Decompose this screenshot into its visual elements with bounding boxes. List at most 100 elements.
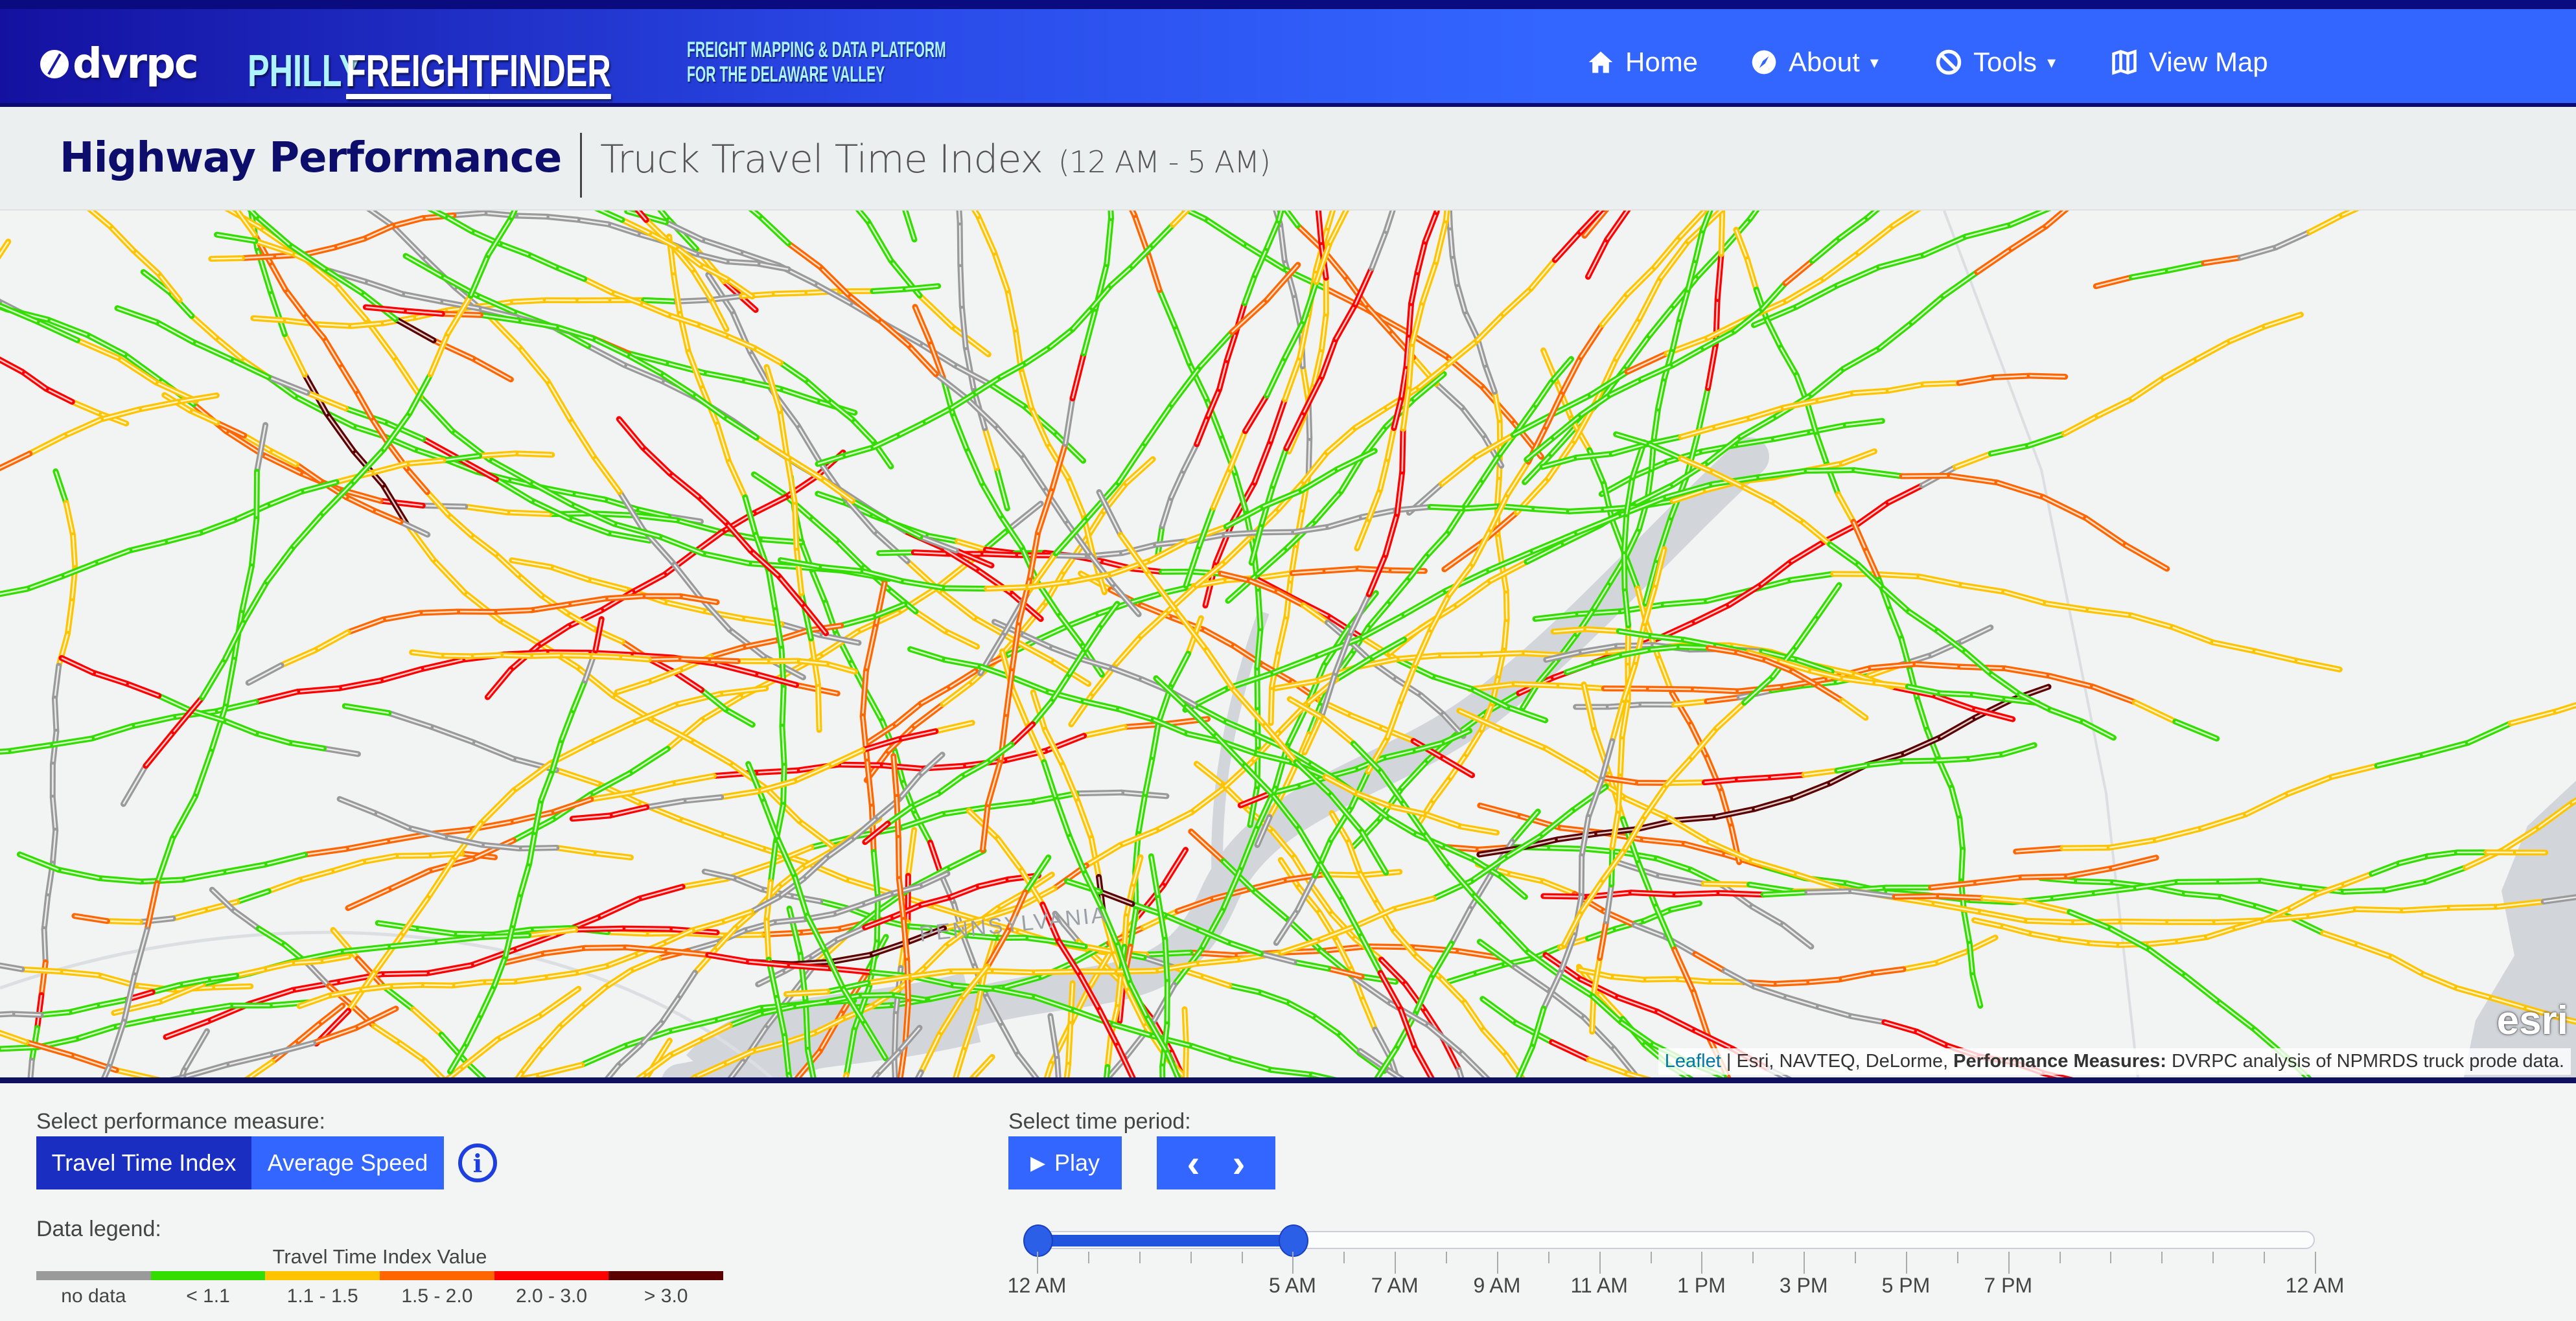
road-median xyxy=(721,833,764,850)
road-median xyxy=(1371,231,1387,269)
road-median xyxy=(540,770,553,801)
road-median xyxy=(1643,978,1677,981)
road-median xyxy=(1965,224,2011,238)
road-median xyxy=(622,927,670,930)
road-median xyxy=(588,579,627,591)
brand-freight: FREIGHT xyxy=(346,45,490,96)
road-median xyxy=(796,424,822,464)
road-median xyxy=(1580,856,1583,897)
road-median xyxy=(1049,328,1073,349)
road-median xyxy=(1791,541,1824,563)
philly-freightfinder-logo[interactable]: PHILLY FREIGHTFINDER xyxy=(248,25,714,102)
road-median xyxy=(464,592,501,621)
road-median xyxy=(133,250,159,275)
road-median xyxy=(1135,1082,1154,1083)
road-median xyxy=(836,540,863,566)
road-median xyxy=(1361,831,1387,873)
road-segment xyxy=(1359,1082,1375,1083)
road-median xyxy=(470,255,489,297)
road-median xyxy=(990,383,1025,407)
road-median xyxy=(915,610,946,632)
page-subtitle: Truck Travel Time Index (12 AM - 5 AM) xyxy=(600,137,1271,182)
road-median xyxy=(183,1031,208,1071)
road-median xyxy=(364,225,393,240)
road-median xyxy=(1842,347,1880,370)
road-median xyxy=(598,898,640,919)
road-median xyxy=(1314,490,1342,522)
road-median xyxy=(536,1064,583,1077)
road-median xyxy=(1502,288,1532,315)
road-median xyxy=(753,496,787,514)
road-median xyxy=(1076,801,1093,839)
road-median xyxy=(675,672,702,691)
road-median xyxy=(1895,895,1940,898)
dvrpc-logo-text: dvrpc xyxy=(73,40,199,88)
road-median xyxy=(480,790,515,824)
road-median xyxy=(2255,650,2298,662)
road-median xyxy=(1144,404,1172,444)
road-median xyxy=(183,1064,227,1077)
road-segment xyxy=(871,1071,881,1077)
road-median xyxy=(1393,930,1417,957)
road-median xyxy=(518,575,543,597)
road-median xyxy=(284,334,306,375)
road-median xyxy=(2450,906,2497,909)
map-canvas[interactable] xyxy=(0,211,2576,1083)
road-median xyxy=(12,1013,41,1016)
road-median xyxy=(292,512,323,547)
road-median xyxy=(1284,357,1301,400)
road-median xyxy=(264,853,305,866)
road-median xyxy=(1442,757,1473,776)
road-median xyxy=(307,963,330,987)
road-median xyxy=(518,847,557,849)
road-median xyxy=(270,262,286,290)
road-median xyxy=(2175,720,2218,740)
road-median xyxy=(710,646,744,658)
road-median xyxy=(555,266,585,280)
road-median xyxy=(1312,1074,1328,1077)
road-median xyxy=(1463,482,1482,509)
nav-about[interactable]: About ▾ xyxy=(1750,47,1879,78)
road-median xyxy=(632,573,665,593)
road-median xyxy=(995,425,1023,456)
road-median xyxy=(1507,706,1546,722)
road-median xyxy=(1446,507,1465,534)
road-median xyxy=(233,910,259,930)
road-median xyxy=(859,994,892,997)
road-median xyxy=(1473,895,1502,925)
nav-tools[interactable]: Tools ▾ xyxy=(1934,47,2056,78)
road-median xyxy=(984,428,998,468)
road-median xyxy=(1427,1024,1463,1054)
road-median xyxy=(1464,311,1478,338)
nav-home[interactable]: Home xyxy=(1586,47,1698,78)
road-median xyxy=(334,238,365,249)
road-median xyxy=(1583,1017,1615,1050)
road-median xyxy=(1133,214,1149,253)
road-median xyxy=(938,775,963,794)
road-median xyxy=(1119,708,1154,721)
road-median xyxy=(1837,494,1855,522)
road-median xyxy=(331,861,364,872)
road-median xyxy=(1626,266,1655,295)
road-median xyxy=(1816,685,1843,702)
road-median xyxy=(1146,252,1161,291)
road-median xyxy=(1161,498,1172,527)
dvrpc-logo[interactable]: dvrpc xyxy=(40,40,199,88)
road-median xyxy=(2240,246,2277,258)
road-median xyxy=(1414,1048,1432,1077)
road-median xyxy=(1977,248,2012,273)
road-median xyxy=(2097,398,2133,417)
road-median xyxy=(1272,448,1288,487)
road-median xyxy=(1525,1082,1541,1083)
road-median xyxy=(446,1082,468,1083)
road-median xyxy=(1566,662,1595,673)
nav-view-map[interactable]: View Map xyxy=(2110,47,2268,78)
road-segment xyxy=(1043,1061,1054,1077)
map-view[interactable]: PENNSYLVANIA esri Leaflet | Esri, NAVTEQ… xyxy=(0,211,2576,1083)
road-median xyxy=(812,571,826,603)
road-median xyxy=(1067,477,1085,516)
road-median xyxy=(2121,921,2168,923)
road-median xyxy=(651,718,692,742)
road-median xyxy=(1170,366,1201,406)
road-median xyxy=(1500,923,1529,953)
